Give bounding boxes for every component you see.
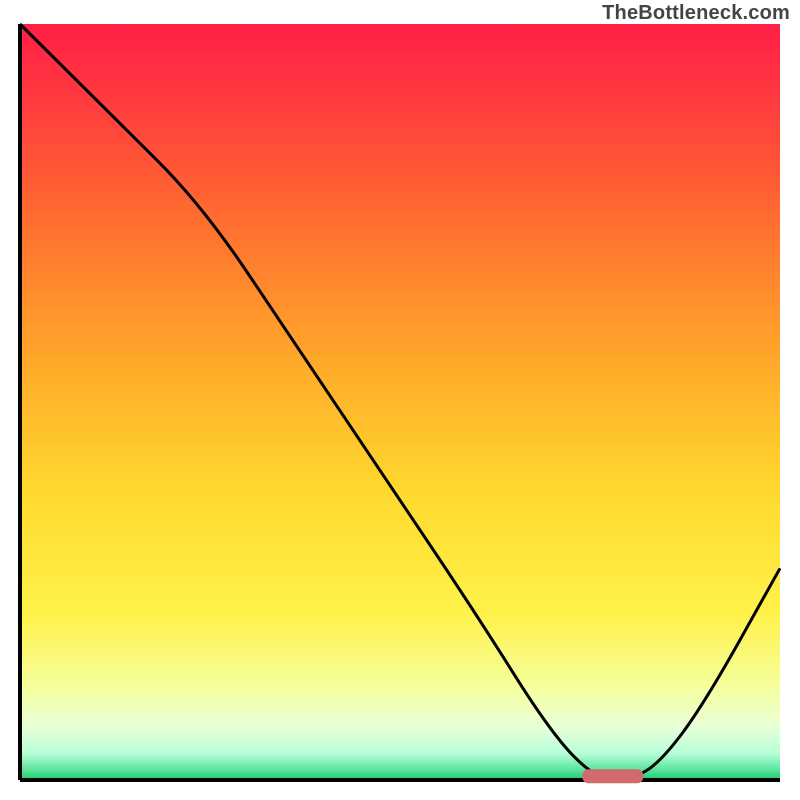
- watermark-text: TheBottleneck.com: [602, 2, 790, 25]
- bottleneck-chart: [0, 0, 800, 800]
- optimal-marker: [582, 769, 643, 783]
